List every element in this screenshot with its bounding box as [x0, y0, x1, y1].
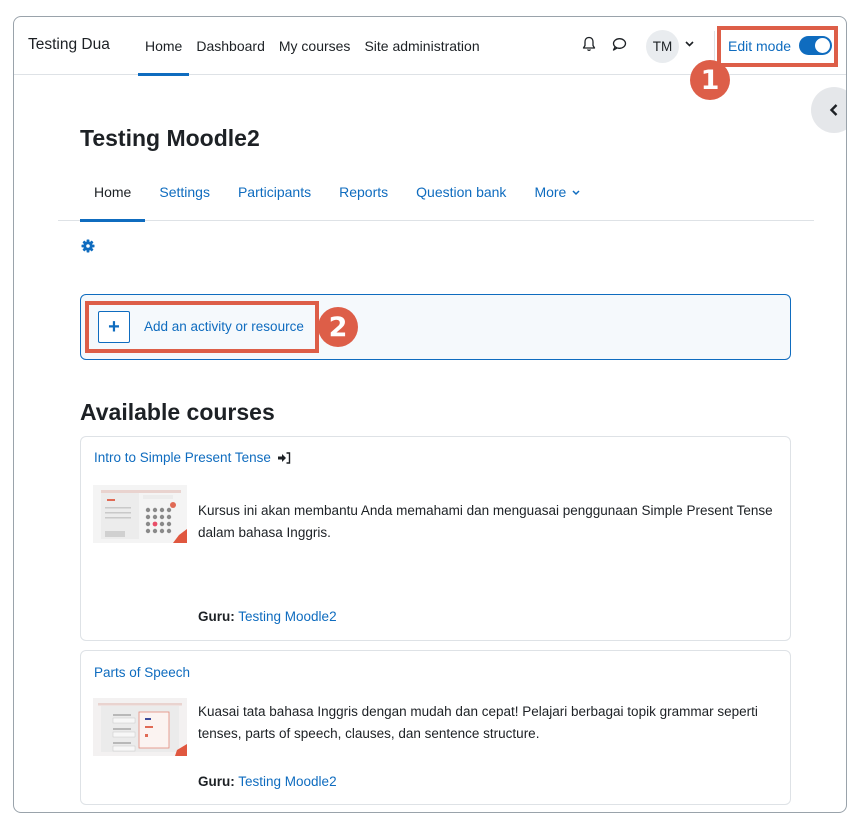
tab-home[interactable]: Home — [80, 173, 146, 222]
course-summary: Kursus ini akan membantu Anda memahami d… — [198, 503, 773, 540]
course-teacher: Guru: Testing Moodle2 — [198, 609, 337, 624]
highlight-box-add-activity — [85, 301, 319, 353]
course-teacher: Guru: Testing Moodle2 — [198, 774, 337, 789]
course-image — [93, 698, 187, 756]
course-summary: Kuasai tata bahasa Inggris dengan mudah … — [198, 704, 758, 741]
teacher-role: Guru: — [198, 774, 235, 789]
course-link[interactable]: Intro to Simple Present Tense — [94, 450, 291, 465]
step-badge-1: 1 — [690, 60, 730, 100]
tab-settings[interactable]: Settings — [145, 173, 224, 221]
gear-icon[interactable] — [81, 239, 95, 258]
step-badge-2: 2 — [318, 307, 358, 347]
primary-navigation: Home Dashboard My courses Site administr… — [138, 17, 487, 76]
course-name: Parts of Speech — [94, 665, 191, 680]
teacher-role: Guru: — [198, 609, 235, 624]
nav-home[interactable]: Home — [138, 17, 190, 76]
nav-site-administration[interactable]: Site administration — [357, 17, 486, 75]
teacher-link[interactable]: Testing Moodle2 — [238, 609, 336, 624]
course-thumbnail[interactable] — [93, 698, 187, 756]
course-secondary-navigation: Home Settings Participants Reports Quest… — [58, 173, 814, 222]
tab-question-bank[interactable]: Question bank — [402, 173, 520, 221]
browser-window: Testing Dua Home Dashboard My courses Si… — [13, 16, 847, 813]
tab-more-label: More — [534, 184, 567, 200]
enrol-icon — [277, 451, 291, 464]
page-title: Testing Moodle2 — [80, 125, 260, 151]
user-avatar[interactable]: TM — [646, 30, 679, 63]
tab-reports[interactable]: Reports — [325, 173, 402, 221]
course-card: Intro to Simple Present Tense Kursus ini… — [80, 436, 791, 641]
chat-icon[interactable] — [610, 35, 628, 53]
course-card: Parts of Speech Kuasai tata bahasa Inggr… — [80, 650, 791, 805]
chevron-left-icon — [829, 104, 838, 116]
teacher-link[interactable]: Testing Moodle2 — [238, 774, 336, 789]
available-courses-heading: Available courses — [80, 399, 275, 425]
open-drawer-button[interactable] — [811, 87, 846, 133]
chevron-down-icon[interactable] — [685, 38, 694, 50]
chevron-down-icon — [572, 190, 580, 196]
course-thumbnail[interactable] — [93, 485, 187, 543]
course-image — [93, 485, 187, 543]
course-name: Intro to Simple Present Tense — [94, 450, 271, 465]
site-name[interactable]: Testing Dua — [28, 36, 110, 54]
nav-icons — [580, 35, 628, 53]
course-link[interactable]: Parts of Speech — [94, 665, 190, 680]
nav-dashboard[interactable]: Dashboard — [189, 17, 272, 75]
bell-icon[interactable] — [580, 35, 598, 53]
nav-divider — [714, 31, 715, 61]
nav-my-courses[interactable]: My courses — [272, 17, 358, 75]
tab-participants[interactable]: Participants — [224, 173, 325, 221]
highlight-box-edit-mode — [717, 26, 838, 67]
tab-more[interactable]: More — [520, 173, 594, 221]
